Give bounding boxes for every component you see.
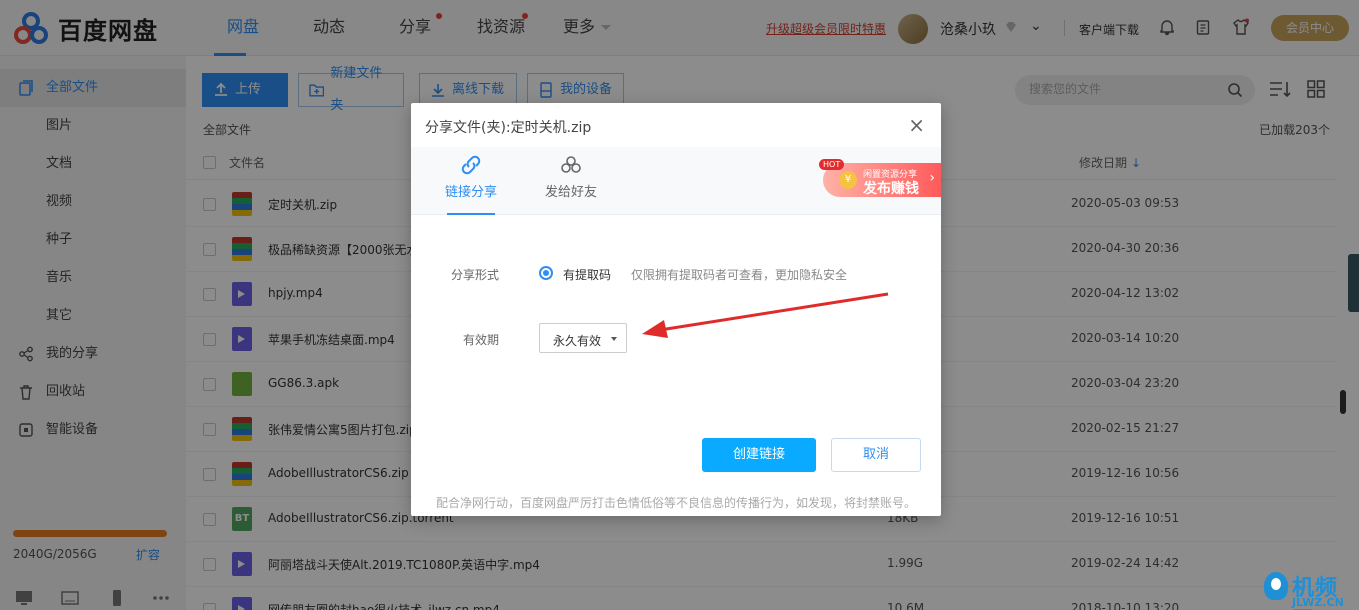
tab-send-to-friend[interactable]: 发给好友 — [531, 155, 611, 215]
promo-banner-publish-earn[interactable]: HOT ¥ 闲置资源分享 发布赚钱 › — [819, 159, 941, 197]
extraction-code-label[interactable]: 有提取码 — [563, 266, 611, 283]
coin-icon: ¥ — [839, 171, 857, 189]
policy-notice: 配合净网行动，百度网盘严厉打击色情低俗等不良信息的传播行为，如发现，将封禁账号。 — [436, 496, 917, 510]
promo-title: 发布赚钱 — [863, 181, 919, 197]
validity-select[interactable]: 永久有效 — [539, 323, 627, 353]
validity-label: 有效期 — [463, 333, 500, 347]
link-icon — [461, 155, 481, 175]
share-hint-text: 仅限拥有提取码者可查看，更加隐私安全 — [631, 268, 848, 282]
cancel-button[interactable]: 取消 — [831, 438, 921, 472]
validity-selected-value: 永久有效 — [553, 334, 602, 348]
share-tabs: 链接分享 发给好友 HOT ¥ 闲置资源分享 发布赚钱 › — [411, 147, 941, 215]
create-link-button[interactable]: 创建链接 — [702, 438, 816, 472]
site-watermark: 机频网 JLWZ.CN — [1262, 570, 1359, 610]
share-dialog: 分享文件(夹):定时关机.zip × 链接分享 发给好友 HOT ¥ 闲置资源分… — [411, 103, 941, 516]
share-form-label: 分享形式 — [451, 268, 500, 282]
chevron-right-icon: › — [929, 170, 935, 186]
bird-logo-icon — [1264, 572, 1288, 600]
close-icon[interactable]: × — [908, 115, 925, 135]
hot-badge: HOT — [819, 159, 845, 170]
watermark-domain: JLWZ.CN — [1292, 596, 1344, 609]
friends-icon — [561, 156, 581, 173]
dialog-title: 分享文件(夹):定时关机.zip — [425, 120, 592, 136]
tab-link-share[interactable]: 链接分享 — [431, 155, 511, 215]
caret-down-icon — [611, 337, 617, 341]
extraction-code-radio[interactable] — [539, 266, 553, 280]
